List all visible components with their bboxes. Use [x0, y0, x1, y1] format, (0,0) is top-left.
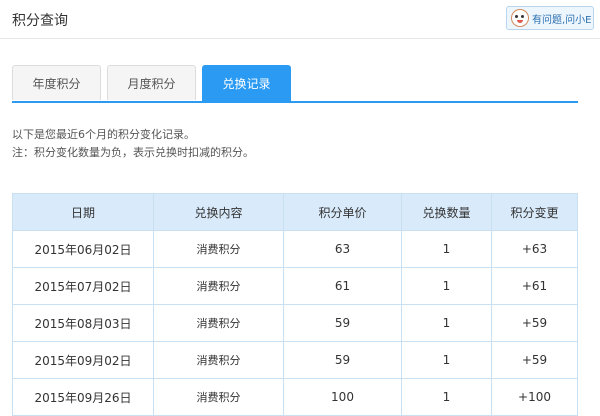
assistant-avatar-icon: [511, 9, 529, 27]
table-row: 2015年09月02日 消费积分 59 1 +59: [12, 341, 578, 379]
column-header-content: 兑换内容: [153, 193, 284, 231]
cell-unit-points: 59: [283, 304, 402, 342]
notes-line-1: 以下是您最近6个月的积分变化记录。: [12, 128, 195, 141]
cell-content: 消费积分: [153, 378, 284, 416]
table-row: 2015年06月02日 消费积分 63 1 +63: [12, 230, 578, 268]
points-history-table: 日期 兑换内容 积分单价 兑换数量 积分变更 2015年06月02日 消费积分 …: [12, 193, 578, 416]
table-header-row: 日期 兑换内容 积分单价 兑换数量 积分变更: [12, 193, 578, 231]
page-title: 积分查询: [12, 13, 68, 29]
cell-date: 2015年09月26日: [12, 378, 154, 416]
cell-points-change: +59: [491, 341, 578, 379]
tab-bar: 年度积分 月度积分 兑换记录: [12, 65, 578, 103]
cell-points-change: +59: [491, 304, 578, 342]
column-header-date: 日期: [12, 193, 154, 231]
cell-quantity: 1: [401, 304, 492, 342]
cell-points-change: +63: [491, 230, 578, 268]
cell-content: 消费积分: [153, 304, 284, 342]
cell-content: 消费积分: [153, 267, 284, 305]
column-header-quantity: 兑换数量: [401, 193, 492, 231]
help-button[interactable]: 有问题,问小E: [506, 6, 594, 30]
cell-date: 2015年09月02日: [12, 341, 154, 379]
cell-quantity: 1: [401, 267, 492, 305]
tab-annual-points[interactable]: 年度积分: [12, 65, 101, 100]
cell-date: 2015年08月03日: [12, 304, 154, 342]
notes: 以下是您最近6个月的积分变化记录。 注：积分变化数量为负，表示兑换时扣减的积分。: [12, 126, 254, 162]
table-row: 2015年07月02日 消费积分 61 1 +61: [12, 267, 578, 305]
tab-redemption-records[interactable]: 兑换记录: [202, 65, 291, 101]
cell-unit-points: 100: [283, 378, 402, 416]
table-row: 2015年08月03日 消费积分 59 1 +59: [12, 304, 578, 342]
cell-points-change: +100: [491, 378, 578, 416]
notes-line-2: 注：积分变化数量为负，表示兑换时扣减的积分。: [12, 146, 254, 159]
table-row: 2015年09月26日 消费积分 100 1 +100: [12, 378, 578, 416]
cell-unit-points: 59: [283, 341, 402, 379]
tab-monthly-points[interactable]: 月度积分: [107, 65, 196, 100]
cell-unit-points: 63: [283, 230, 402, 268]
column-header-unit-points: 积分单价: [283, 193, 402, 231]
column-header-points-change: 积分变更: [491, 193, 578, 231]
cell-content: 消费积分: [153, 341, 284, 379]
page-header: 积分查询 有问题,问小E: [0, 0, 600, 39]
cell-points-change: +61: [491, 267, 578, 305]
cell-date: 2015年07月02日: [12, 267, 154, 305]
cell-quantity: 1: [401, 341, 492, 379]
cell-unit-points: 61: [283, 267, 402, 305]
help-button-label: 有问题,问小E: [532, 14, 592, 26]
cell-date: 2015年06月02日: [12, 230, 154, 268]
cell-quantity: 1: [401, 230, 492, 268]
cell-content: 消费积分: [153, 230, 284, 268]
cell-quantity: 1: [401, 378, 492, 416]
